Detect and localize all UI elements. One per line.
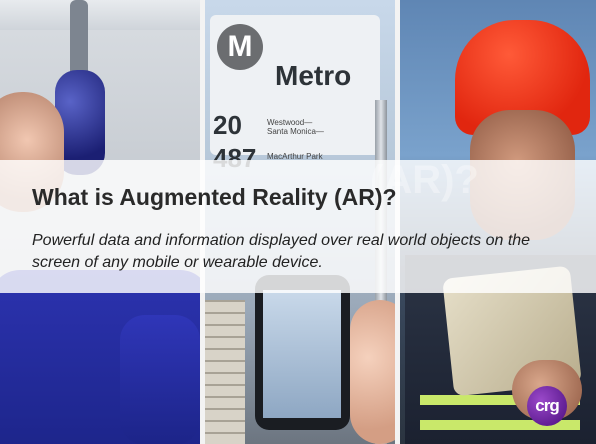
route-1-destination: Westwood— Santa Monica— — [267, 118, 324, 136]
metro-logo-icon: M — [217, 24, 263, 70]
slide: M Metro 20 Westwood— Santa Monica— 487 M… — [0, 0, 596, 444]
building — [205, 300, 245, 444]
worker-arm — [120, 315, 200, 444]
holding-hand — [350, 300, 395, 444]
ceiling-rail — [0, 0, 200, 30]
slide-title: What is Augmented Reality (AR)? — [32, 184, 397, 210]
tool-cable — [70, 0, 88, 80]
smartphone-screen — [263, 290, 341, 418]
metro-brand-name: Metro — [275, 60, 352, 91]
crg-logo: crg — [527, 386, 567, 426]
slide-subtitle: Powerful data and information displayed … — [32, 232, 531, 271]
route-number-1: 20 — [213, 110, 242, 140]
